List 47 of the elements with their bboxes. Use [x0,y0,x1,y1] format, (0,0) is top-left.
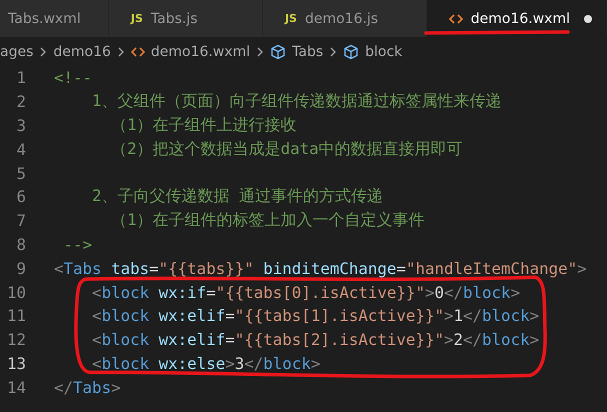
unsaved-dot-icon [584,14,592,22]
code-line: （2）把这个数据当成是data中的数据直接用即可 [110,138,463,160]
line-number: 10 [6,282,26,302]
cube-icon [270,44,286,60]
chevron-icon [116,46,125,58]
code-line: <Tabs tabs="{{tabs}}" binditemChange="handleItemChange"> [54,258,587,278]
editor-tab[interactable]: JS demo16.js [262,0,427,37]
code-line: （1）在子组件的标签上加入一个自定义事件 [110,210,425,232]
code-brackets-icon [448,12,463,24]
line-number: 13 [6,354,26,373]
breadcrumb-item[interactable]: Tabs [292,44,324,60]
line-number: 5 [15,164,26,183]
code-brackets-icon [130,46,145,58]
code-line: <block wx:elif="{{tabs[1].isActive}}">1</block> [91,306,540,326]
breadcrumb-item[interactable]: block [365,44,402,60]
code-line: <block wx:else>3</block> [91,354,320,373]
line-number: 4 [15,140,26,159]
line-number: 1 [15,68,26,88]
line-number: 12 [6,330,26,350]
line-number: 8 [15,234,26,254]
chevron-icon [39,46,48,58]
line-number: 14 [6,378,26,397]
code-line: <block wx:if="{{tabs[0].isActive}}">0</block> [91,282,520,302]
code-line: <block wx:elif="{{tabs[2].isActive}}">2</block> [91,330,540,350]
breadcrumb-item[interactable]: demo16 [53,44,111,60]
breadcrumb-item[interactable]: demo16.wxml [150,44,250,60]
code-line: 2、子向父传递数据 通过事件的方式传递 [91,186,384,208]
code-line: --> [62,234,92,254]
editor-tab[interactable]: JS Tabs.js [108,0,263,37]
chevron-icon [329,46,338,58]
code-line: <!-- [54,68,92,88]
editor-tab[interactable]: Tabs.wxml [0,0,109,37]
line-number: 9 [15,258,26,278]
chevron-icon [256,46,264,58]
line-number: 3 [15,116,26,135]
line-number: 11 [6,306,26,326]
code-line: </Tabs> [54,378,121,397]
code-line: （1）在子组件上进行接收 [110,114,297,136]
line-number: 7 [15,211,26,230]
breadcrumb-item[interactable]: ages [0,44,34,60]
file-type-label: JS [284,12,297,25]
line-number: 6 [15,187,26,206]
cube-icon [343,44,360,60]
code-line: 1、父组件（页面）向子组件传递数据通过标签属性来传递 [91,91,502,112]
file-type-label: JS [130,12,143,25]
editor-tab[interactable]: demo16.wxml [426,0,607,37]
line-number: 2 [15,92,26,112]
